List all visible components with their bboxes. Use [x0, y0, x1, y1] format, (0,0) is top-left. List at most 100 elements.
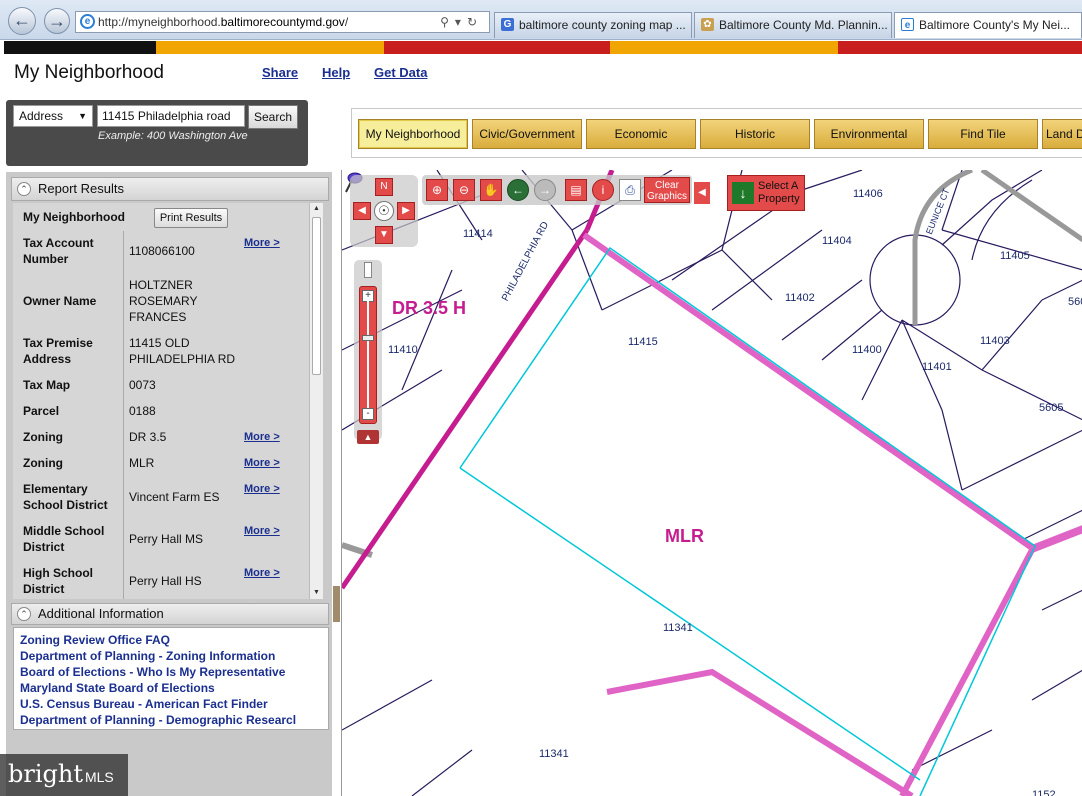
- tab-environmental[interactable]: Environmental: [814, 119, 924, 149]
- link-state-elections[interactable]: Maryland State Board of Elections: [20, 680, 322, 696]
- collapse-up-icon[interactable]: ⌃: [17, 182, 31, 196]
- zone-label: DR 3.5 H: [392, 298, 467, 318]
- search-type-value: Address: [19, 109, 64, 123]
- parcel-label: 11405: [1000, 250, 1030, 262]
- row-label: Zoning: [23, 430, 63, 444]
- page-title: My Neighborhood: [14, 62, 164, 83]
- measure-ruler-icon[interactable]: ▤: [565, 179, 587, 201]
- select-property-button[interactable]: ↓ Select A Property: [727, 175, 805, 211]
- zoom-knob[interactable]: [362, 335, 374, 341]
- forward-icon[interactable]: →: [44, 8, 70, 34]
- additional-info-title: Additional Information: [38, 606, 164, 621]
- back-icon[interactable]: ←: [8, 7, 36, 35]
- ie-favicon-icon: e: [901, 18, 914, 31]
- more-link-tax-account[interactable]: More >: [244, 235, 280, 251]
- column-divider: [123, 231, 124, 599]
- pan-down-icon[interactable]: ▼: [375, 226, 393, 244]
- watermark-brand: bright: [8, 760, 83, 788]
- scroll-up-icon[interactable]: ▲: [310, 203, 323, 215]
- row-value: MLR: [129, 456, 155, 470]
- browser-tab-neighborhood[interactable]: e Baltimore County's My Nei...: [894, 12, 1082, 38]
- pan-right-icon[interactable]: ▶: [397, 202, 415, 220]
- search-type-select[interactable]: Address ▼: [13, 105, 93, 127]
- row-value: 0188: [129, 404, 156, 418]
- zoom-handle-icon[interactable]: [364, 262, 372, 278]
- parcel-label: 11341: [539, 748, 569, 760]
- tab-find-tile[interactable]: Find Tile: [928, 119, 1038, 149]
- tab-historic[interactable]: Historic: [700, 119, 810, 149]
- scroll-thumb[interactable]: [312, 217, 321, 375]
- parcel-label: 5605: [1039, 402, 1064, 414]
- zoom-slider[interactable]: + -: [359, 286, 377, 424]
- tab-label: baltimore county zoning map ...: [519, 18, 686, 32]
- additional-info-header[interactable]: ⌃ Additional Information: [11, 603, 329, 625]
- parcel-label: 11400: [852, 344, 882, 356]
- link-zoning-info[interactable]: Department of Planning - Zoning Informat…: [20, 648, 322, 664]
- row-value: Perry Hall MS: [129, 532, 204, 546]
- category-tabs: My Neighborhood Civic/Government Economi…: [351, 108, 1082, 158]
- link-representative[interactable]: Board of Elections - Who Is My Represent…: [20, 664, 322, 680]
- search-button[interactable]: Search: [248, 105, 298, 129]
- tab-my-neighborhood[interactable]: My Neighborhood: [358, 119, 468, 149]
- north-icon[interactable]: N: [375, 178, 393, 196]
- panel-splitter-handle[interactable]: [333, 586, 340, 622]
- row-label: Elementary School District: [23, 482, 108, 512]
- parcel-label: 11415: [628, 336, 658, 348]
- url-prefix: http://myneighborhood.: [98, 15, 221, 29]
- search-panel: Address ▼ 11415 Philadelphia road Search…: [6, 100, 308, 166]
- next-extent-icon[interactable]: →: [534, 179, 556, 201]
- url-host: baltimorecountymd.gov: [220, 15, 345, 29]
- zoom-out-tool-icon[interactable]: ⊖: [453, 179, 475, 201]
- row-value: 0073: [129, 378, 156, 392]
- browser-tab-planning[interactable]: ✿ Baltimore County Md. Plannin...: [694, 12, 892, 38]
- link-fact-finder[interactable]: U.S. Census Bureau - American Fact Finde…: [20, 696, 322, 712]
- map-canvas: [342, 170, 1082, 796]
- parcel-label: 11404: [822, 235, 852, 247]
- report-results-header[interactable]: ⌃ Report Results: [11, 177, 329, 201]
- address-bar[interactable]: e http://myneighborhood.baltimorecountym…: [75, 11, 490, 33]
- collapse-zoom-icon[interactable]: ▲: [357, 430, 379, 444]
- print-icon[interactable]: ⎙: [619, 179, 641, 201]
- zone-label: MLR: [665, 526, 704, 546]
- browser-tab-google[interactable]: G baltimore county zoning map ...: [494, 12, 692, 38]
- row-label: High School District: [23, 566, 93, 596]
- zoom-out-icon[interactable]: -: [362, 408, 374, 420]
- previous-extent-icon[interactable]: ←: [507, 179, 529, 201]
- share-link[interactable]: Share: [262, 65, 298, 80]
- address-tools-icon[interactable]: ⚲▾↻: [440, 12, 483, 32]
- tab-civic-government[interactable]: Civic/Government: [472, 119, 582, 149]
- tab-land-development[interactable]: Land D: [1042, 119, 1082, 149]
- search-input[interactable]: 11415 Philadelphia road: [97, 105, 245, 127]
- pan-hand-icon[interactable]: ✋: [480, 179, 502, 201]
- zoom-in-tool-icon[interactable]: ⊕: [426, 179, 448, 201]
- row-label: Parcel: [23, 404, 60, 418]
- tab-economic[interactable]: Economic: [586, 119, 696, 149]
- info-icon[interactable]: i: [592, 179, 614, 201]
- map-view[interactable]: DR 3.5 H MLR PHILADELPHIA RD EUNICE CT 1…: [341, 170, 1082, 796]
- scroll-down-icon[interactable]: ▼: [310, 587, 323, 599]
- collapse-toolbar-icon[interactable]: ◀: [694, 182, 710, 204]
- parcel-label: 11410: [388, 344, 418, 356]
- more-link-high[interactable]: More >: [244, 565, 280, 581]
- clear-graphics-button[interactable]: Clear Graphics: [644, 177, 690, 203]
- map-toolbar: ⊕ ⊖ ✋ ← → ▤ i ⎙ Clear Graphics: [422, 175, 692, 205]
- pan-left-icon[interactable]: ◀: [353, 202, 371, 220]
- more-link-middle[interactable]: More >: [244, 523, 280, 539]
- print-results-button[interactable]: Print Results: [154, 208, 228, 228]
- more-link-zoning[interactable]: More >: [244, 429, 280, 445]
- report-scrollbar[interactable]: ▲ ▼: [309, 203, 323, 599]
- search-example: Example: 400 Washington Ave: [98, 130, 248, 142]
- full-extent-globe-icon[interactable]: ☉: [374, 201, 394, 221]
- parcel-label: 1152: [1032, 789, 1056, 796]
- parcel-label: 11341: [663, 622, 693, 634]
- help-link[interactable]: Help: [322, 65, 350, 80]
- url-suffix: /: [344, 15, 349, 29]
- collapse-up-icon[interactable]: ⌃: [17, 607, 31, 621]
- more-link-elementary[interactable]: More >: [244, 481, 280, 497]
- link-demographic[interactable]: Department of Planning - Demographic Res…: [20, 712, 322, 728]
- parcel-label: 560: [1068, 296, 1082, 308]
- stripe-segment: [156, 41, 384, 54]
- more-link-zoning-mlr[interactable]: More >: [244, 455, 280, 471]
- link-zoning-faq[interactable]: Zoning Review Office FAQ: [20, 632, 322, 648]
- get-data-link[interactable]: Get Data: [374, 65, 427, 80]
